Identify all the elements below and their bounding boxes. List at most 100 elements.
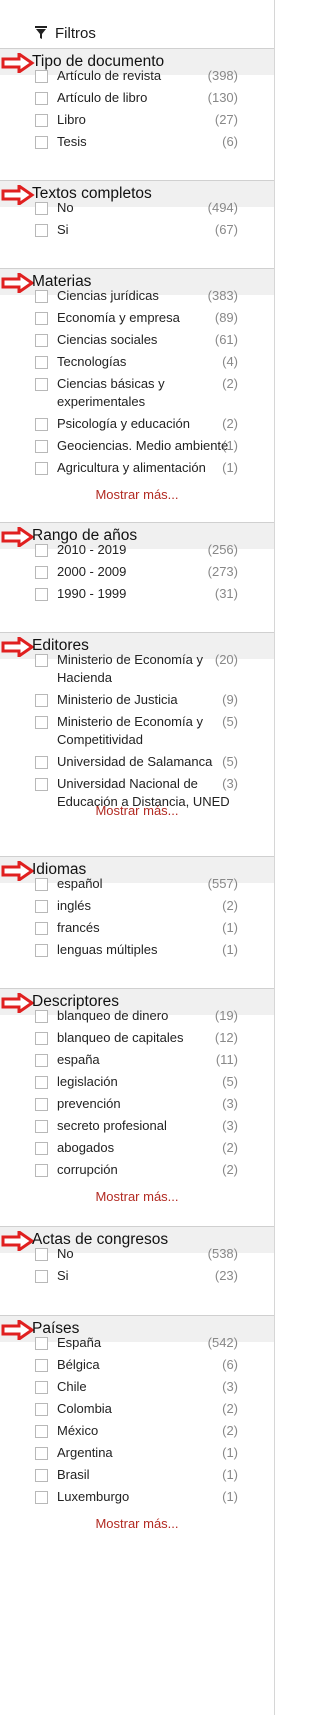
filter-label: blanqueo de dinero (57, 1008, 169, 1023)
filter-checkbox[interactable] (35, 922, 48, 935)
filter-checkbox[interactable] (35, 378, 48, 391)
show-more-link[interactable]: Mostrar más... (0, 1516, 274, 1531)
filter-count: (11) (215, 1052, 238, 1067)
filter-label: blanqueo de capitales (57, 1030, 184, 1045)
filter-checkbox[interactable] (35, 694, 48, 707)
filter-count: (12) (214, 1030, 238, 1045)
filter-checkbox[interactable] (35, 944, 48, 957)
filter-checkbox[interactable] (35, 1032, 48, 1045)
filter-count: (2) (222, 1162, 238, 1177)
arrow-right-icon (1, 1320, 35, 1340)
arrow-right-icon (1, 273, 35, 293)
filter-checkbox[interactable] (35, 566, 48, 579)
arrow-right-icon (1, 993, 35, 1013)
filter-checkbox[interactable] (35, 900, 48, 913)
filter-count: (494) (207, 200, 238, 215)
filter-count: (398) (207, 68, 238, 83)
filter-checkbox[interactable] (35, 462, 48, 475)
filter-checkbox[interactable] (35, 778, 48, 791)
filter-checkbox[interactable] (35, 878, 48, 891)
filter-checkbox[interactable] (35, 1337, 48, 1350)
filter-checkbox[interactable] (35, 1381, 48, 1394)
filter-checkbox[interactable] (35, 92, 48, 105)
filter-checkbox[interactable] (35, 716, 48, 729)
filter-checkbox[interactable] (35, 1248, 48, 1261)
filter-count: (3) (222, 1096, 238, 1111)
show-more-link[interactable]: Mostrar más... (0, 1189, 274, 1204)
filter-count: (3) (222, 1379, 238, 1394)
filter-count: (3) (222, 1118, 238, 1133)
section-rango-anos: Rango de años 2010 - 2019 (256) 2000 - 2009… (0, 522, 274, 601)
filter-label: Argentina (57, 1445, 113, 1460)
filter-checkbox[interactable] (35, 1010, 48, 1023)
filter-count: (5) (222, 1074, 238, 1089)
filter-checkbox[interactable] (35, 654, 48, 667)
arrow-right-icon (1, 861, 35, 881)
filter-checkbox[interactable] (35, 136, 48, 149)
filter-count: (2) (222, 1423, 238, 1438)
filter-checkbox[interactable] (35, 1076, 48, 1089)
filter-label: Ministerio de Economía y Competitividad (57, 714, 203, 747)
filter-label: Universidad de Salamanca (57, 754, 213, 769)
filter-checkbox[interactable] (35, 588, 48, 601)
funnel-icon (35, 26, 47, 39)
filter-checkbox[interactable] (35, 544, 48, 557)
filter-checkbox[interactable] (35, 440, 48, 453)
filter-checkbox[interactable] (35, 1164, 48, 1177)
filter-count: (6) (222, 1357, 238, 1372)
filters-title: Filtros (55, 24, 96, 42)
filter-count: (1) (222, 1489, 238, 1504)
filter-checkbox[interactable] (35, 290, 48, 303)
filter-label: Ciencias básicas y experimentales (57, 376, 165, 409)
filter-count: (5) (222, 714, 238, 729)
filter-count: (1) (222, 460, 238, 475)
filter-checkbox[interactable] (35, 1142, 48, 1155)
filter-checkbox[interactable] (35, 1098, 48, 1111)
filter-checkbox[interactable] (35, 70, 48, 83)
filter-checkbox[interactable] (35, 1270, 48, 1283)
filter-checkbox[interactable] (35, 1491, 48, 1504)
filter-count: (6) (222, 134, 238, 149)
filter-count: (31) (214, 586, 238, 601)
filter-label: lenguas múltiples (57, 942, 158, 957)
filter-checkbox[interactable] (35, 1469, 48, 1482)
filter-label: México (57, 1423, 99, 1438)
filter-checkbox[interactable] (35, 1120, 48, 1133)
section-editores: Editores Ministerio de Economía y Haciend… (0, 632, 274, 818)
filter-count: (89) (214, 310, 238, 325)
filter-checkbox[interactable] (35, 756, 48, 769)
show-more-link[interactable]: Mostrar más... (0, 487, 274, 502)
section-paises: Países España (542) Bélgica (6) Chile (3) Colom… (0, 1315, 274, 1531)
filter-checkbox[interactable] (35, 418, 48, 431)
filter-count: (23) (214, 1268, 238, 1283)
filter-label: prevención (57, 1096, 121, 1111)
filter-count: (2) (222, 416, 238, 431)
filter-count: (27) (214, 112, 238, 127)
filter-checkbox[interactable] (35, 224, 48, 237)
show-more-link[interactable]: Mostrar más... (0, 803, 274, 818)
filters-panel: Filtros Tipo de documento Artículo de rev… (0, 0, 274, 1715)
filter-label: Ministerio de Justicia (57, 692, 178, 707)
filter-count: (273) (207, 564, 238, 579)
filter-label: Bélgica (57, 1357, 100, 1372)
filter-count: (5) (222, 754, 238, 769)
filter-count: (2) (222, 898, 238, 913)
filter-label: Agricultura y alimentación (57, 460, 206, 475)
filter-checkbox[interactable] (35, 334, 48, 347)
filter-label: secreto profesional (57, 1118, 167, 1133)
arrow-right-icon (1, 637, 35, 657)
filter-checkbox[interactable] (35, 356, 48, 369)
filter-label: Si (57, 222, 69, 237)
filter-checkbox[interactable] (35, 1447, 48, 1460)
filter-checkbox[interactable] (35, 1403, 48, 1416)
filter-checkbox[interactable] (35, 1054, 48, 1067)
filter-count: (130) (207, 90, 238, 105)
filters-header: Filtros (35, 22, 96, 44)
filter-checkbox[interactable] (35, 1359, 48, 1372)
filter-checkbox[interactable] (35, 1425, 48, 1438)
filter-label: inglés (57, 898, 91, 913)
filter-checkbox[interactable] (35, 312, 48, 325)
filter-count: (256) (207, 542, 238, 557)
filter-checkbox[interactable] (35, 114, 48, 127)
filter-checkbox[interactable] (35, 202, 48, 215)
